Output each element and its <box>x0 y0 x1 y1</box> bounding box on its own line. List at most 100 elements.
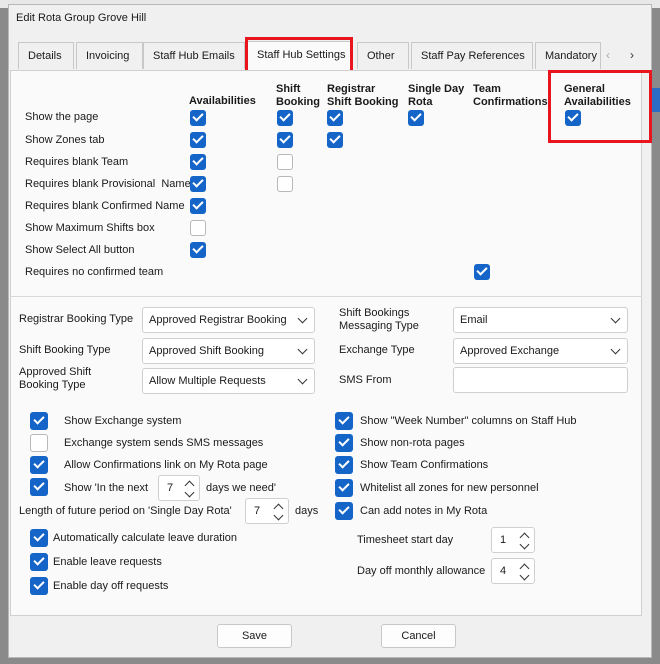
allow-confirmations-checkbox[interactable] <box>30 456 48 474</box>
whitelist-zones-checkbox[interactable] <box>335 479 353 497</box>
column-header-shift-booking-line1: Shift <box>276 83 301 95</box>
row-label-max-shifts: Show Maximum Shifts box <box>25 222 155 234</box>
label-shift-booking-type: Shift Booking Type <box>19 344 111 356</box>
tab-invoicing[interactable]: Invoicing <box>76 42 143 69</box>
future-period-value: 7 <box>254 505 261 517</box>
max-shifts-availabilities-checkbox[interactable] <box>190 220 206 236</box>
show-page-general-availabilities-checkbox[interactable] <box>565 110 581 126</box>
select-all-availabilities-checkbox[interactable] <box>190 242 206 258</box>
day-off-allowance-label: Day off monthly allowance <box>357 565 486 577</box>
add-notes-checkbox[interactable] <box>335 502 353 520</box>
column-header-availabilities: Availabilities <box>189 95 256 107</box>
timesheet-start-spinner[interactable]: 1 <box>491 527 535 553</box>
exchange-sms-label: Exchange system sends SMS messages <box>64 437 264 449</box>
tab-staff-pay-references[interactable]: Staff Pay References <box>411 42 533 69</box>
auto-leave-duration-label: Automatically calculate leave duration <box>53 532 238 544</box>
add-notes-label: Can add notes in My Rota <box>360 505 488 517</box>
chevron-down-icon[interactable] <box>184 487 195 498</box>
week-number-label: Show "Week Number" columns on Staff Hub <box>360 415 577 427</box>
blank-team-shift-booking-checkbox[interactable] <box>277 154 293 170</box>
show-page-shift-booking-checkbox[interactable] <box>277 110 293 126</box>
non-rota-pages-label: Show non-rota pages <box>360 437 465 449</box>
blank-provisional-availabilities-checkbox[interactable] <box>190 176 206 192</box>
label-messaging-type-line2: Messaging Type <box>339 320 419 332</box>
week-number-checkbox[interactable] <box>335 412 353 430</box>
chevron-down-icon <box>297 374 308 385</box>
row-label-show-page: Show the page <box>25 111 99 123</box>
chevron-down-icon <box>610 313 621 324</box>
no-confirmed-team-team-confirmations-checkbox[interactable] <box>474 264 490 280</box>
dialog-title: Edit Rota Group Grove Hill <box>16 12 147 24</box>
enable-leave-checkbox[interactable] <box>30 553 48 571</box>
blank-provisional-shift-booking-checkbox[interactable] <box>277 176 293 192</box>
enable-day-off-checkbox[interactable] <box>30 577 48 595</box>
column-header-team-line2: Confirmations <box>473 96 548 108</box>
sms-from-input[interactable] <box>453 367 628 393</box>
allow-confirmations-label: Allow Confirmations link on My Rota page <box>64 459 268 471</box>
messaging-type-select[interactable]: Email <box>453 307 628 333</box>
team-confirmations-checkbox[interactable] <box>335 456 353 474</box>
column-header-registrar-line2: Shift Booking <box>327 96 399 108</box>
show-exchange-checkbox[interactable] <box>30 412 48 430</box>
save-button[interactable]: Save <box>217 624 292 648</box>
non-rota-pages-checkbox[interactable] <box>335 434 353 452</box>
exchange-type-select[interactable]: Approved Exchange <box>453 338 628 364</box>
day-off-allowance-spinner[interactable]: 4 <box>491 558 535 584</box>
tab-scroll-left-icon[interactable]: ‹ <box>606 48 610 62</box>
chevron-down-icon[interactable] <box>519 570 530 581</box>
shift-booking-type-select[interactable]: Approved Shift Booking <box>142 338 315 364</box>
row-label-blank-team: Requires blank Team <box>25 156 129 168</box>
tab-details[interactable]: Details <box>18 42 74 69</box>
team-confirmations-label: Show Team Confirmations <box>360 459 489 471</box>
chevron-down-icon[interactable] <box>273 510 284 521</box>
approved-shift-booking-type-select[interactable]: Allow Multiple Requests <box>142 368 315 394</box>
chevron-down-icon <box>297 313 308 324</box>
divider <box>10 296 642 297</box>
future-period-label: Length of future period on 'Single Day R… <box>19 505 232 517</box>
label-messaging-type-line1: Shift Bookings <box>339 307 410 319</box>
future-period-spinner[interactable]: 7 <box>245 498 289 524</box>
show-page-availabilities-checkbox[interactable] <box>190 110 206 126</box>
tab-other[interactable]: Other <box>357 42 409 69</box>
timesheet-start-label: Timesheet start day <box>357 534 454 546</box>
chevron-down-icon[interactable] <box>519 539 530 550</box>
show-zones-registrar-checkbox[interactable] <box>327 132 343 148</box>
show-page-registrar-checkbox[interactable] <box>327 110 343 126</box>
whitelist-zones-label: Whitelist all zones for new personnel <box>360 482 539 494</box>
future-period-suffix: days <box>295 505 319 517</box>
exchange-sms-checkbox[interactable] <box>30 434 48 452</box>
tab-scroll-right-icon[interactable]: › <box>630 48 634 62</box>
registrar-booking-type-select[interactable]: Approved Registrar Booking <box>142 307 315 333</box>
row-label-select-all: Show Select All button <box>25 244 135 256</box>
column-header-shift-booking-line2: Booking <box>276 96 320 108</box>
show-in-next-checkbox[interactable] <box>30 478 48 496</box>
column-header-registrar-line1: Registrar <box>327 83 376 95</box>
label-exchange-type: Exchange Type <box>339 344 415 356</box>
blank-confirmed-availabilities-checkbox[interactable] <box>190 198 206 214</box>
show-in-next-label: Show 'In the next <box>64 482 149 494</box>
in-next-suffix: days we need' <box>206 482 276 494</box>
auto-leave-duration-checkbox[interactable] <box>30 529 48 547</box>
chevron-down-icon <box>610 344 621 355</box>
tab-staff-hub-emails[interactable]: Staff Hub Emails <box>143 42 245 69</box>
in-next-days-spinner[interactable]: 7 <box>158 475 200 501</box>
show-zones-shift-booking-checkbox[interactable] <box>277 132 293 148</box>
show-zones-availabilities-checkbox[interactable] <box>190 132 206 148</box>
column-header-team-line1: Team <box>473 83 501 95</box>
in-next-days-value: 7 <box>167 482 174 494</box>
chevron-down-icon <box>297 344 308 355</box>
blank-team-availabilities-checkbox[interactable] <box>190 154 206 170</box>
tab-mandatory[interactable]: Mandatory <box>535 42 601 69</box>
row-label-show-zones: Show Zones tab <box>25 134 105 146</box>
label-registrar-booking-type: Registrar Booking Type <box>19 313 134 325</box>
cancel-button[interactable]: Cancel <box>381 624 456 648</box>
registrar-booking-type-value: Approved Registrar Booking <box>149 314 287 326</box>
show-page-single-day-checkbox[interactable] <box>408 110 424 126</box>
background-app-accent <box>652 88 660 112</box>
row-label-no-confirmed-team: Requires no confirmed team <box>25 266 164 278</box>
enable-day-off-label: Enable day off requests <box>53 580 169 592</box>
row-label-blank-confirmed: Requires blank Confirmed Name <box>25 200 185 212</box>
column-header-single-day-line1: Single Day <box>408 83 465 95</box>
column-header-single-day-line2: Rota <box>408 96 433 108</box>
approved-shift-booking-type-value: Allow Multiple Requests <box>149 375 266 387</box>
